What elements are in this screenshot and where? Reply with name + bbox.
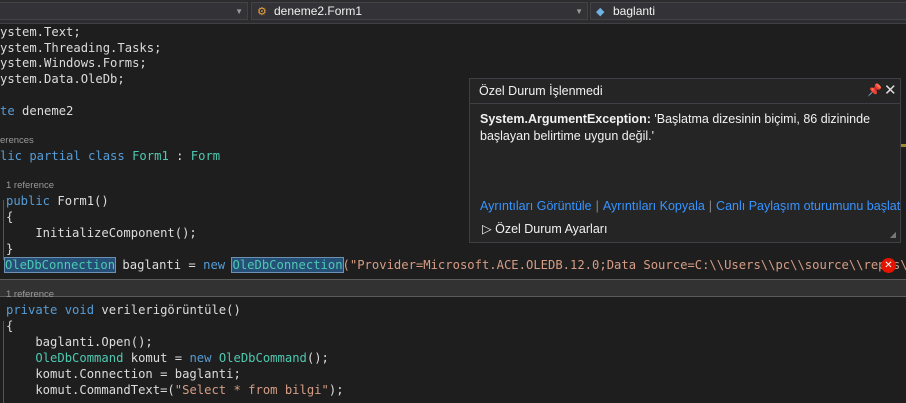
chevron-down-icon: ▼ — [575, 7, 583, 16]
type-dropdown[interactable]: ⚙ deneme2.Form1 ▼ — [251, 2, 588, 20]
exception-message: System.ArgumentException: 'Başlatma dize… — [480, 112, 871, 143]
code-line: private void verilerigörüntüle() — [6, 303, 241, 317]
resize-grip-icon[interactable]: ◢ — [890, 230, 896, 239]
pin-icon[interactable]: 📌 — [867, 83, 882, 97]
code-line: ystem.Windows.Forms; — [0, 56, 147, 70]
view-details-link[interactable]: Ayrıntıları Görüntüle — [480, 199, 592, 213]
expand-triangle-icon: ▷ — [482, 222, 492, 236]
error-code-line: OleDbConnection baglanti = new OleDbConn… — [3, 257, 906, 273]
code-line: { — [6, 210, 14, 224]
code-line: te deneme2 — [0, 104, 74, 118]
exception-type: System.ArgumentException: — [480, 112, 651, 126]
chevron-down-icon: ▼ — [235, 7, 243, 16]
close-icon[interactable]: ✕ — [884, 81, 897, 99]
exception-title: Özel Durum İşlenmedi — [479, 84, 603, 98]
codelens-references[interactable]: 1 reference — [6, 289, 54, 300]
editor-navigation-bar: ▼ ⚙ deneme2.Form1 ▼ ◆ baglanti — [0, 0, 906, 24]
codelens-references[interactable]: erences — [0, 135, 34, 146]
current-statement-highlight — [0, 279, 906, 297]
error-icon[interactable]: ✕ — [881, 258, 896, 273]
class-icon: ⚙ — [257, 6, 267, 18]
code-line: ystem.Threading.Tasks; — [0, 41, 162, 55]
code-line: komut.Connection = baglanti; — [6, 367, 241, 381]
code-line: InitializeComponent(); — [6, 226, 197, 240]
start-live-share-link[interactable]: Canlı Paylaşım oturumunu başlat — [716, 199, 900, 213]
code-line: komut.CommandText=("Select * from bilgi"… — [6, 383, 344, 397]
code-line: baglanti.Open(); — [6, 335, 153, 349]
code-line: public Form1() — [6, 194, 109, 208]
field-icon: ◆ — [596, 6, 605, 18]
project-dropdown[interactable]: ▼ — [0, 2, 248, 20]
indent-guide — [3, 200, 4, 260]
code-line: { — [6, 319, 14, 333]
code-line: ystem.Text; — [0, 25, 81, 39]
copy-details-link[interactable]: Ayrıntıları Kopyala — [603, 199, 705, 213]
exception-links: Ayrıntıları Görüntüle | Ayrıntıları Kopyal… — [480, 199, 901, 213]
code-line: OleDbCommand komut = new OleDbCommand(); — [35, 351, 329, 365]
indent-guide — [3, 321, 4, 403]
exception-helper-panel: Özel Durum İşlenmedi 📌 ✕ System.Argument… — [469, 78, 901, 243]
code-line: ystem.Data.OleDb; — [0, 72, 125, 86]
exception-header: Özel Durum İşlenmedi 📌 ✕ — [470, 79, 900, 104]
code-line: } — [6, 242, 14, 256]
exception-settings-toggle[interactable]: ▷ Özel Durum Ayarları — [482, 221, 607, 236]
codelens-references[interactable]: 1 reference — [6, 180, 54, 191]
member-dropdown[interactable]: ◆ baglanti — [590, 2, 906, 20]
code-line: lic partial class Form1 : Form — [0, 149, 221, 163]
